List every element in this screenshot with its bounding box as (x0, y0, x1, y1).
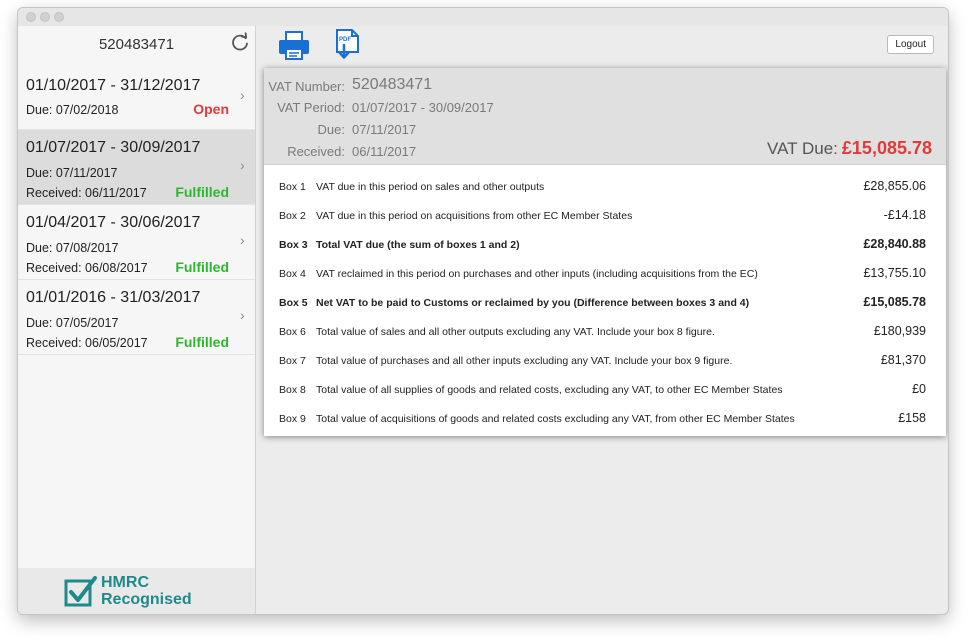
hmrc-recognised-badge: HMRC Recognised (18, 568, 255, 614)
period-item[interactable]: 01/07/2017 - 30/09/2017 Due: 07/11/2017 … (18, 130, 255, 205)
period-due-date: Due: 07/08/2017 (26, 241, 119, 255)
hmrc-recognised-text: HMRC Recognised (101, 574, 192, 608)
due-label: Due: (317, 122, 345, 137)
box-row: Box 9 Total value of acquisitions of goo… (264, 411, 946, 435)
close-window-button[interactable] (26, 12, 36, 22)
box-row: Box 1 VAT due in this period on sales an… (264, 179, 946, 203)
received-label: Received: (287, 144, 345, 159)
period-received-date: Received: 06/05/2017 (26, 336, 148, 350)
zoom-window-button[interactable] (54, 12, 64, 22)
chevron-right-icon: › (240, 307, 245, 323)
received-value: 06/11/2017 (352, 144, 417, 159)
box-amount: £15,085.78 (863, 295, 926, 309)
printer-icon[interactable] (276, 28, 312, 64)
box-amount: £180,939 (873, 324, 926, 338)
box-amount: £13,755.10 (863, 266, 926, 280)
vat-number-label: VAT Number: (268, 79, 345, 94)
vat-period-value: 01/07/2017 - 30/09/2017 (352, 100, 494, 115)
refresh-icon[interactable] (228, 30, 252, 54)
chevron-right-icon: › (240, 232, 245, 248)
period-status-badge: Fulfilled (175, 184, 229, 200)
box-description: VAT due in this period on sales and othe… (316, 181, 545, 193)
sidebar-header: 520483471 (18, 26, 255, 68)
period-due-date: Due: 07/05/2017 (26, 316, 119, 330)
box-description: Total value of sales and all other outpu… (316, 326, 715, 338)
vat-return-detail: VAT Number: 520483471 VAT Period: 01/07/… (264, 68, 946, 436)
box-row: Box 2 VAT due in this period on acquisit… (264, 208, 946, 232)
box-id: Box 4 (279, 268, 306, 280)
box-row: Box 6 Total value of sales and all other… (264, 324, 946, 348)
box-description: Total value of all supplies of goods and… (316, 384, 783, 396)
box-description: Total value of acquisitions of goods and… (316, 413, 795, 425)
pdf-download-icon[interactable]: PDF (330, 28, 366, 64)
title-bar (18, 8, 948, 26)
sidebar-vat-number: 520483471 (98, 36, 175, 53)
sidebar: 520483471 01/10/2017 - 31/12/2017 Due: 0… (18, 26, 256, 614)
period-received-date: Received: 06/11/2017 (26, 186, 147, 200)
box-id: Box 3 (279, 239, 308, 251)
period-item[interactable]: 01/04/2017 - 30/06/2017 Due: 07/08/2017 … (18, 205, 255, 280)
box-description: VAT due in this period on acquisitions f… (316, 210, 633, 222)
chevron-right-icon: › (240, 87, 245, 103)
box-description: Total VAT due (the sum of boxes 1 and 2) (316, 239, 520, 251)
period-received-date: Received: 06/08/2017 (26, 261, 148, 275)
box-amount: £0 (912, 382, 926, 396)
vat-due-summary: VAT Due: £15,085.78 (767, 138, 932, 159)
due-value: 07/11/2017 (352, 122, 417, 137)
vat-due-label: VAT Due: (767, 139, 838, 158)
app-window: 520483471 01/10/2017 - 31/12/2017 Due: 0… (18, 8, 948, 614)
box-description: VAT reclaimed in this period on purchase… (316, 268, 758, 280)
box-description: Total value of purchases and all other i… (316, 355, 733, 367)
box-description: Net VAT to be paid to Customs or reclaim… (316, 297, 750, 309)
box-amount: £28,855.06 (863, 179, 926, 193)
vat-period-label: VAT Period: (277, 100, 345, 115)
box-row: Box 4 VAT reclaimed in this period on pu… (264, 266, 946, 290)
period-status-badge: Open (193, 101, 229, 117)
period-range: 01/01/2016 - 31/03/2017 (26, 289, 201, 306)
period-due-date: Due: 07/11/2017 (26, 166, 118, 180)
period-status-badge: Fulfilled (175, 334, 229, 350)
box-id: Box 1 (279, 181, 306, 193)
box-id: Box 8 (279, 384, 306, 396)
period-status-badge: Fulfilled (175, 259, 229, 275)
box-row: Box 5 Net VAT to be paid to Customs or r… (264, 295, 946, 319)
box-row: Box 7 Total value of purchases and all o… (264, 353, 946, 377)
period-range: 01/04/2017 - 30/06/2017 (26, 214, 201, 231)
minimize-window-button[interactable] (40, 12, 50, 22)
box-amount: -£14.18 (883, 208, 926, 222)
hmrc-line: HMRC (101, 574, 149, 591)
box-id: Box 9 (279, 413, 306, 425)
box-amount: £158 (898, 411, 926, 425)
recognised-line: Recognised (101, 591, 192, 608)
svg-text:PDF: PDF (339, 37, 351, 43)
period-item[interactable]: 01/10/2017 - 31/12/2017 Due: 07/02/2018 … (18, 68, 255, 130)
period-range: 01/07/2017 - 30/09/2017 (26, 139, 201, 156)
period-range: 01/10/2017 - 31/12/2017 (26, 77, 201, 94)
box-amount: £81,370 (880, 353, 926, 367)
period-item[interactable]: 01/01/2016 - 31/03/2017 Due: 07/05/2017 … (18, 280, 255, 355)
box-id: Box 5 (279, 297, 308, 309)
box-row: Box 3 Total VAT due (the sum of boxes 1 … (264, 237, 946, 261)
vat-number-value: 520483471 (352, 76, 433, 93)
box-id: Box 7 (279, 355, 306, 367)
chevron-right-icon: › (240, 157, 245, 173)
vat-due-amount: £15,085.78 (841, 138, 932, 158)
checkbox-tick-icon (64, 576, 97, 607)
box-id: Box 6 (279, 326, 306, 338)
logout-button[interactable]: Logout (887, 35, 934, 54)
detail-header: VAT Number: 520483471 VAT Period: 01/07/… (264, 68, 946, 165)
box-amount: £28,840.88 (863, 237, 926, 251)
box-row: Box 8 Total value of all supplies of goo… (264, 382, 946, 406)
box-id: Box 2 (279, 210, 306, 222)
period-due-date: Due: 07/02/2018 (26, 103, 119, 117)
toolbar: PDF Logout (256, 26, 948, 68)
